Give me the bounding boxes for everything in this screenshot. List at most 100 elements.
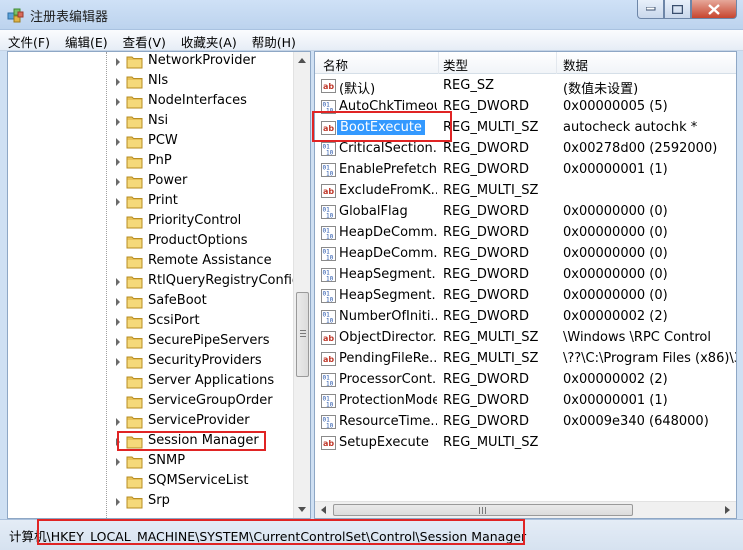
tree-item[interactable]: RtlQueryRegistryConfig: [8, 272, 300, 292]
registry-tree[interactable]: NetworkProvider Nls NodeInterfaces Nsi PCW Pn…: [7, 51, 311, 519]
expand-arrow-icon[interactable]: [116, 178, 120, 186]
expand-arrow-icon[interactable]: [116, 418, 120, 426]
tree-item[interactable]: NodeInterfaces: [8, 92, 296, 112]
expand-arrow-icon[interactable]: [116, 198, 120, 206]
value-row[interactable]: ab PendingFileRe... REG_MULTI_SZ \??\C:\Pro…: [315, 349, 736, 370]
tree-vertical-scrollbar[interactable]: [293, 52, 310, 518]
menu-help[interactable]: 帮助(H): [244, 30, 303, 51]
tree-item[interactable]: Server Applications: [8, 372, 296, 392]
expand-arrow-icon[interactable]: [116, 58, 120, 66]
value-type: REG_MULTI_SZ: [443, 435, 539, 450]
value-row[interactable]: 0110EnablePrefetch... REG_DWORD 0x00000001…: [315, 160, 736, 181]
tree-item-label: PriorityControl: [148, 213, 242, 228]
value-row[interactable]: ab (默认) REG_SZ (数值未设置): [315, 76, 736, 97]
tree-item[interactable]: SecurityProviders: [8, 352, 296, 372]
column-divider[interactable]: [556, 52, 557, 74]
menu-favorites[interactable]: 收藏夹(A): [173, 30, 244, 51]
value-row[interactable]: 01 10 HeapSegment... REG_DWORD 0x00000000 (0…: [315, 265, 736, 286]
tree-item[interactable]: Nls: [8, 72, 296, 92]
expand-arrow-icon[interactable]: [116, 358, 120, 366]
tree-item[interactable]: Remote Assistance: [8, 252, 296, 272]
tree-item[interactable]: Srp: [8, 492, 296, 512]
tree-item-label: PCW: [148, 133, 178, 148]
folder-icon: [126, 336, 143, 349]
value-data: 0x00000000 (0): [563, 267, 668, 282]
value-row[interactable]: ab ExcludeFromK... REG_MULTI_SZ: [315, 181, 736, 202]
svg-text:ab: ab: [323, 82, 334, 91]
column-divider[interactable]: [438, 52, 439, 74]
value-name: PendingFileRe...: [339, 351, 437, 366]
tree-item[interactable]: SQMServiceList: [8, 472, 296, 492]
title-bar[interactable]: 注册表编辑器: [0, 0, 743, 30]
expand-arrow-icon[interactable]: [116, 298, 120, 306]
value-row[interactable]: 01 10 HeapDeComm... REG_DWORD 0x00000000 (0): [315, 244, 736, 265]
folder-icon: [126, 496, 143, 509]
scroll-right-arrow-icon[interactable]: [725, 506, 730, 514]
scroll-down-arrow-icon[interactable]: [298, 507, 306, 512]
menu-view[interactable]: 查看(V): [115, 30, 173, 51]
value-row[interactable]: 01 10 HeapSegment... REG_DWORD 0x00000000 (0…: [315, 286, 736, 307]
tree-item[interactable]: SecurePipeServers: [8, 332, 296, 352]
maximize-button[interactable]: [664, 0, 691, 19]
scroll-up-arrow-icon[interactable]: [298, 58, 306, 63]
folder-icon: [126, 76, 143, 89]
value-row[interactable]: 01 10 ResourceTime... REG_DWORD 0x0009e340 (…: [315, 412, 736, 433]
expand-arrow-icon[interactable]: [116, 138, 120, 146]
value-type: REG_DWORD: [443, 162, 529, 177]
expand-arrow-icon[interactable]: [116, 438, 120, 446]
value-row[interactable]: 01 10 GlobalFlag REG_DWORD 0x00000000 (0): [315, 202, 736, 223]
tree-item[interactable]: Power: [8, 172, 296, 192]
value-row[interactable]: 01 10 CriticalSection... REG_DWORD 0x00278d0…: [315, 139, 736, 160]
tree-item[interactable]: Nsi: [8, 112, 296, 132]
column-header-name[interactable]: 名称: [323, 55, 348, 74]
value-row[interactable]: 01 10 HeapDeComm... REG_DWORD 0x00000000 (0): [315, 223, 736, 244]
tree-item[interactable]: Print: [8, 192, 296, 212]
expand-arrow-icon[interactable]: [116, 498, 120, 506]
tree-item[interactable]: PnP: [8, 152, 296, 172]
values-list[interactable]: 名称 类型 数据 ab (默认) REG_SZ (数值未设置) 01 10 AutoChkT…: [314, 51, 737, 519]
value-row[interactable]: 01 10 AutoChkTimeout REG_DWORD 0x00000005 (5…: [315, 97, 736, 118]
tree-item[interactable]: ServiceProvider: [8, 412, 296, 432]
binary-value-icon: 0110: [321, 247, 336, 261]
menu-file[interactable]: 文件(F): [0, 30, 57, 51]
value-row[interactable]: 01 10 NumberOfIniti... REG_DWORD 0x00000002 …: [315, 307, 736, 328]
value-row[interactable]: 01 10 ProcessorCont... REG_DWORD 0x00000002 …: [315, 370, 736, 391]
expand-arrow-icon[interactable]: [116, 158, 120, 166]
close-button[interactable]: [691, 0, 737, 19]
tree-item[interactable]: SafeBoot: [8, 292, 296, 312]
column-header-type[interactable]: 类型: [443, 55, 468, 74]
svg-text:10: 10: [326, 297, 334, 304]
column-header-data[interactable]: 数据: [563, 55, 588, 74]
expand-arrow-icon[interactable]: [116, 458, 120, 466]
tree-item[interactable]: Session Manager: [8, 432, 296, 452]
tree-item-label: ServiceGroupOrder: [148, 393, 273, 408]
tree-item[interactable]: ScsiPort: [8, 312, 296, 332]
value-row[interactable]: ab SetupExecute REG_MULTI_SZ: [315, 433, 736, 454]
scroll-left-arrow-icon[interactable]: [321, 506, 326, 514]
expand-arrow-icon[interactable]: [116, 118, 120, 126]
expand-arrow-icon[interactable]: [116, 98, 120, 106]
menu-edit[interactable]: 编辑(E): [57, 30, 115, 51]
folder-icon: [126, 396, 143, 409]
expand-arrow-icon[interactable]: [116, 278, 120, 286]
expand-arrow-icon[interactable]: [116, 318, 120, 326]
tree-item-label: SafeBoot: [148, 293, 207, 308]
tree-scroll-thumb[interactable]: [296, 292, 309, 377]
window-title: 注册表编辑器: [30, 10, 109, 25]
value-row[interactable]: ab BootExecute REG_MULTI_SZ autocheck autoc…: [315, 118, 736, 139]
values-horizontal-scrollbar[interactable]: [315, 501, 736, 518]
tree-item[interactable]: NetworkProvider: [8, 52, 296, 72]
tree-item[interactable]: SNMP: [8, 452, 296, 472]
tree-item[interactable]: ServiceGroupOrder: [8, 392, 296, 412]
tree-item[interactable]: ProductOptions: [8, 232, 296, 252]
expand-arrow-icon[interactable]: [116, 338, 120, 346]
values-scroll-thumb[interactable]: [333, 504, 633, 516]
value-row[interactable]: 01 10 ProtectionMode REG_DWORD 0x00000001 (1…: [315, 391, 736, 412]
expand-arrow-icon[interactable]: [116, 78, 120, 86]
tree-item[interactable]: PriorityControl: [8, 212, 296, 232]
tree-item[interactable]: PCW: [8, 132, 296, 152]
value-data: 0x00000002 (2): [563, 372, 668, 387]
minimize-button[interactable]: [637, 0, 664, 19]
value-name: EnablePrefetch...: [339, 162, 437, 177]
value-row[interactable]: ab ObjectDirector... REG_MULTI_SZ \Windows …: [315, 328, 736, 349]
